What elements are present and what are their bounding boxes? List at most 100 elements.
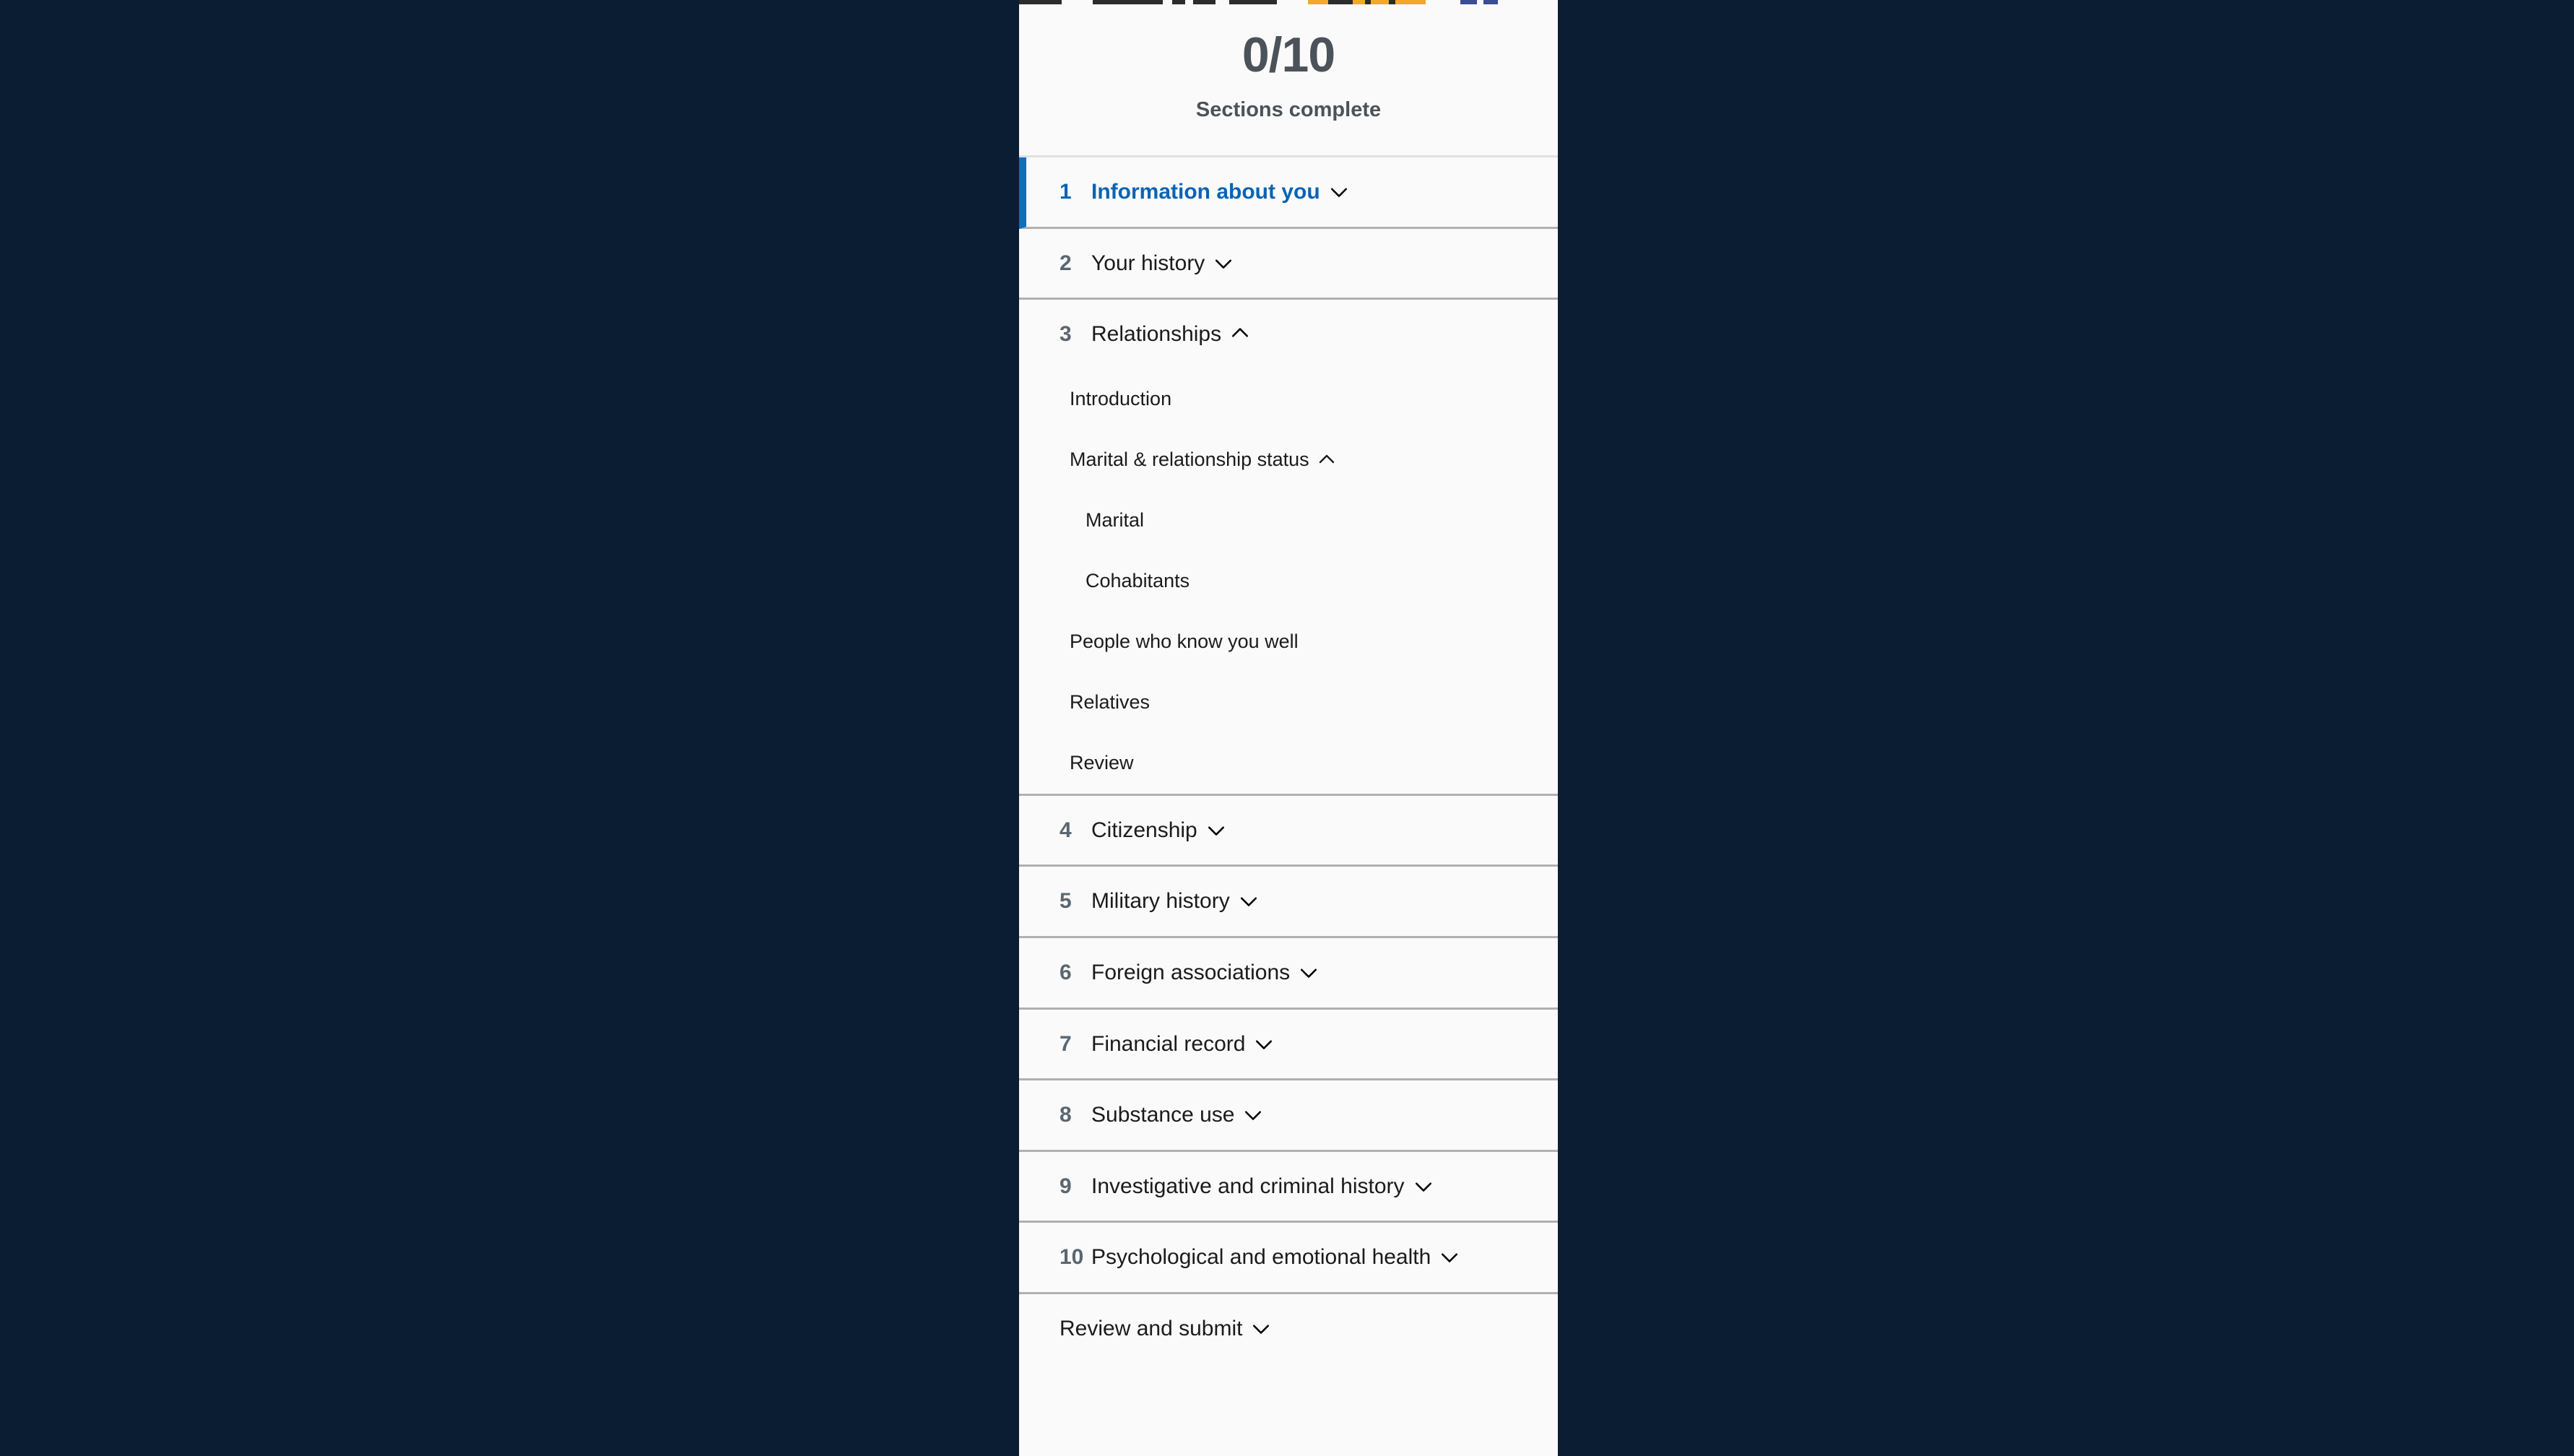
clipped-row-segment bbox=[1364, 0, 1371, 4]
clipped-row-segment bbox=[1370, 0, 1389, 4]
clipped-row-segment bbox=[1425, 0, 1460, 4]
chapter-number: 10 bbox=[1060, 1245, 1084, 1270]
chapter-header-6[interactable]: 6 Foreign associations bbox=[1019, 938, 1558, 1008]
clipped-row-segment bbox=[1395, 0, 1426, 4]
page-link[interactable]: People who know you well bbox=[1019, 612, 1558, 672]
page-link[interactable]: Relatives bbox=[1019, 672, 1558, 733]
page-item: Relatives bbox=[1019, 672, 1558, 733]
chapter-title-wrap: Information about you bbox=[1091, 178, 1348, 207]
chapter-6: 6 Foreign associations bbox=[1019, 937, 1558, 1010]
chapter-list: 1 Information about you 2 Your history 3 Rela… bbox=[1019, 157, 1558, 1364]
nested-page-list: Marital Cohabitants bbox=[1019, 490, 1558, 612]
chapter-header-8[interactable]: 8 Substance use bbox=[1019, 1080, 1558, 1150]
chapter-title-wrap: Foreign associations bbox=[1091, 958, 1318, 987]
clipped-row-segment bbox=[1388, 0, 1396, 4]
chapter-9: 9 Investigative and criminal history bbox=[1019, 1151, 1558, 1223]
page-link[interactable]: Introduction bbox=[1019, 369, 1558, 430]
chapter-header-1[interactable]: 1 Information about you bbox=[1026, 157, 1558, 227]
page-link[interactable]: Review bbox=[1019, 733, 1558, 794]
page-item: Cohabitants bbox=[1019, 551, 1558, 612]
chapter-1: 1 Information about you bbox=[1019, 157, 1558, 229]
chevron-down-icon bbox=[1254, 1034, 1273, 1053]
clipped-row-segment bbox=[1477, 0, 1483, 4]
chapter-number: 3 bbox=[1060, 322, 1072, 347]
clipped-row-segment bbox=[1185, 0, 1194, 4]
chapter-title-wrap: Military history bbox=[1091, 887, 1258, 916]
page-label: Marital & relationship status bbox=[1070, 448, 1309, 471]
clipped-row-segment bbox=[1215, 0, 1229, 4]
chevron-down-icon bbox=[1252, 1319, 1270, 1338]
chapter-title: Investigative and criminal history bbox=[1091, 1174, 1405, 1198]
chapter-title: Relationships bbox=[1091, 322, 1222, 347]
clipped-row-segment bbox=[1277, 0, 1308, 4]
chapter-title-wrap: Financial record bbox=[1091, 1030, 1273, 1059]
clipped-row-segment bbox=[1483, 0, 1499, 4]
chapter-title: Information about you bbox=[1091, 180, 1320, 204]
chevron-down-icon bbox=[1414, 1176, 1433, 1195]
screen-root: 0/10 Sections complete 1 Information abou… bbox=[0, 0, 2574, 1456]
chapter-number: 2 bbox=[1060, 251, 1072, 275]
chapter-title-wrap: Citizenship bbox=[1091, 816, 1226, 845]
clipped-row-segment bbox=[1228, 0, 1278, 4]
clipped-top-row bbox=[1019, 0, 1558, 4]
page-link[interactable]: Cohabitants bbox=[1019, 551, 1558, 612]
page-item: Review bbox=[1019, 733, 1558, 794]
chapter-header-7[interactable]: 7 Financial record bbox=[1019, 1010, 1558, 1079]
sections-complete-label: Sections complete bbox=[1195, 98, 1382, 121]
chapter-title-wrap: Investigative and criminal history bbox=[1091, 1172, 1433, 1201]
chapter-title-wrap: Your history bbox=[1091, 249, 1233, 278]
chapter-7: 7 Financial record bbox=[1019, 1009, 1558, 1081]
chapter-title-wrap: Relationships bbox=[1091, 320, 1249, 349]
progress-header: 0/10 Sections complete bbox=[1019, 0, 1558, 157]
chapter-title-wrap: Psychological and emotional health bbox=[1091, 1243, 1459, 1272]
clipped-row-segment bbox=[1327, 0, 1353, 4]
page-label: Review bbox=[1070, 752, 1134, 774]
chapter-2: 2 Your history bbox=[1019, 228, 1558, 300]
chevron-down-icon bbox=[1207, 820, 1226, 839]
chapter-title-wrap: Substance use bbox=[1091, 1101, 1262, 1130]
chapter-4: 4 Citizenship bbox=[1019, 795, 1558, 867]
chapter-10: 10 Psychological and emotional health bbox=[1019, 1223, 1558, 1294]
chapter-title: Substance use bbox=[1091, 1103, 1235, 1127]
chapter-header-5[interactable]: 5 Military history bbox=[1019, 867, 1558, 936]
chapter-number: 8 bbox=[1060, 1103, 1072, 1127]
page-label: Marital bbox=[1086, 509, 1145, 532]
clipped-row-segment bbox=[1352, 0, 1365, 4]
page-link[interactable]: Marital bbox=[1019, 490, 1558, 551]
chapter-title: Military history bbox=[1091, 889, 1230, 914]
clipped-row-segment bbox=[1162, 0, 1173, 4]
chevron-up-icon bbox=[1231, 324, 1249, 343]
chapter-number: 6 bbox=[1060, 960, 1072, 984]
page-label: Cohabitants bbox=[1086, 570, 1190, 592]
chevron-down-icon bbox=[1299, 963, 1318, 982]
chapter-header-9[interactable]: 9 Investigative and criminal history bbox=[1019, 1152, 1558, 1221]
chapter-header-10[interactable]: 10 Psychological and emotional health bbox=[1019, 1223, 1558, 1292]
page-link[interactable]: Marital & relationship status bbox=[1019, 430, 1558, 490]
chapter-number: 5 bbox=[1060, 889, 1072, 914]
page-label: Relatives bbox=[1070, 691, 1150, 714]
chapter-header-4[interactable]: 4 Citizenship bbox=[1019, 796, 1558, 865]
clipped-row-segment bbox=[1460, 0, 1478, 4]
chapter-title: Foreign associations bbox=[1091, 960, 1291, 984]
clipped-row-segment bbox=[1498, 0, 1558, 4]
chapter-title: Citizenship bbox=[1091, 818, 1197, 842]
chevron-up-icon bbox=[1318, 451, 1335, 469]
page-label: Introduction bbox=[1070, 388, 1172, 410]
chapter-header-3[interactable]: 3 Relationships bbox=[1019, 300, 1558, 369]
chapter-page-list: Introduction Marital & relationship statu… bbox=[1019, 369, 1558, 794]
page-item: People who know you well bbox=[1019, 612, 1558, 672]
chapter-title: Financial record bbox=[1091, 1031, 1246, 1056]
clipped-row-segment bbox=[1172, 0, 1186, 4]
chapter-title: Psychological and emotional health bbox=[1091, 1245, 1431, 1270]
chevron-down-icon bbox=[1440, 1247, 1459, 1266]
chapter-5: 5 Military history bbox=[1019, 867, 1558, 938]
chapter-title-wrap: Review and submit bbox=[1060, 1314, 1270, 1343]
clipped-row-segment bbox=[1307, 0, 1328, 4]
chapter-header-2[interactable]: 2 Your history bbox=[1019, 229, 1558, 298]
clipped-row-segment bbox=[1093, 0, 1163, 4]
chapter-header-review[interactable]: Review and submit bbox=[1019, 1294, 1558, 1364]
page-item: Introduction bbox=[1019, 369, 1558, 430]
chapter-title: Review and submit bbox=[1060, 1316, 1243, 1340]
chevron-down-icon bbox=[1330, 182, 1348, 201]
chevron-down-icon bbox=[1244, 1105, 1262, 1124]
